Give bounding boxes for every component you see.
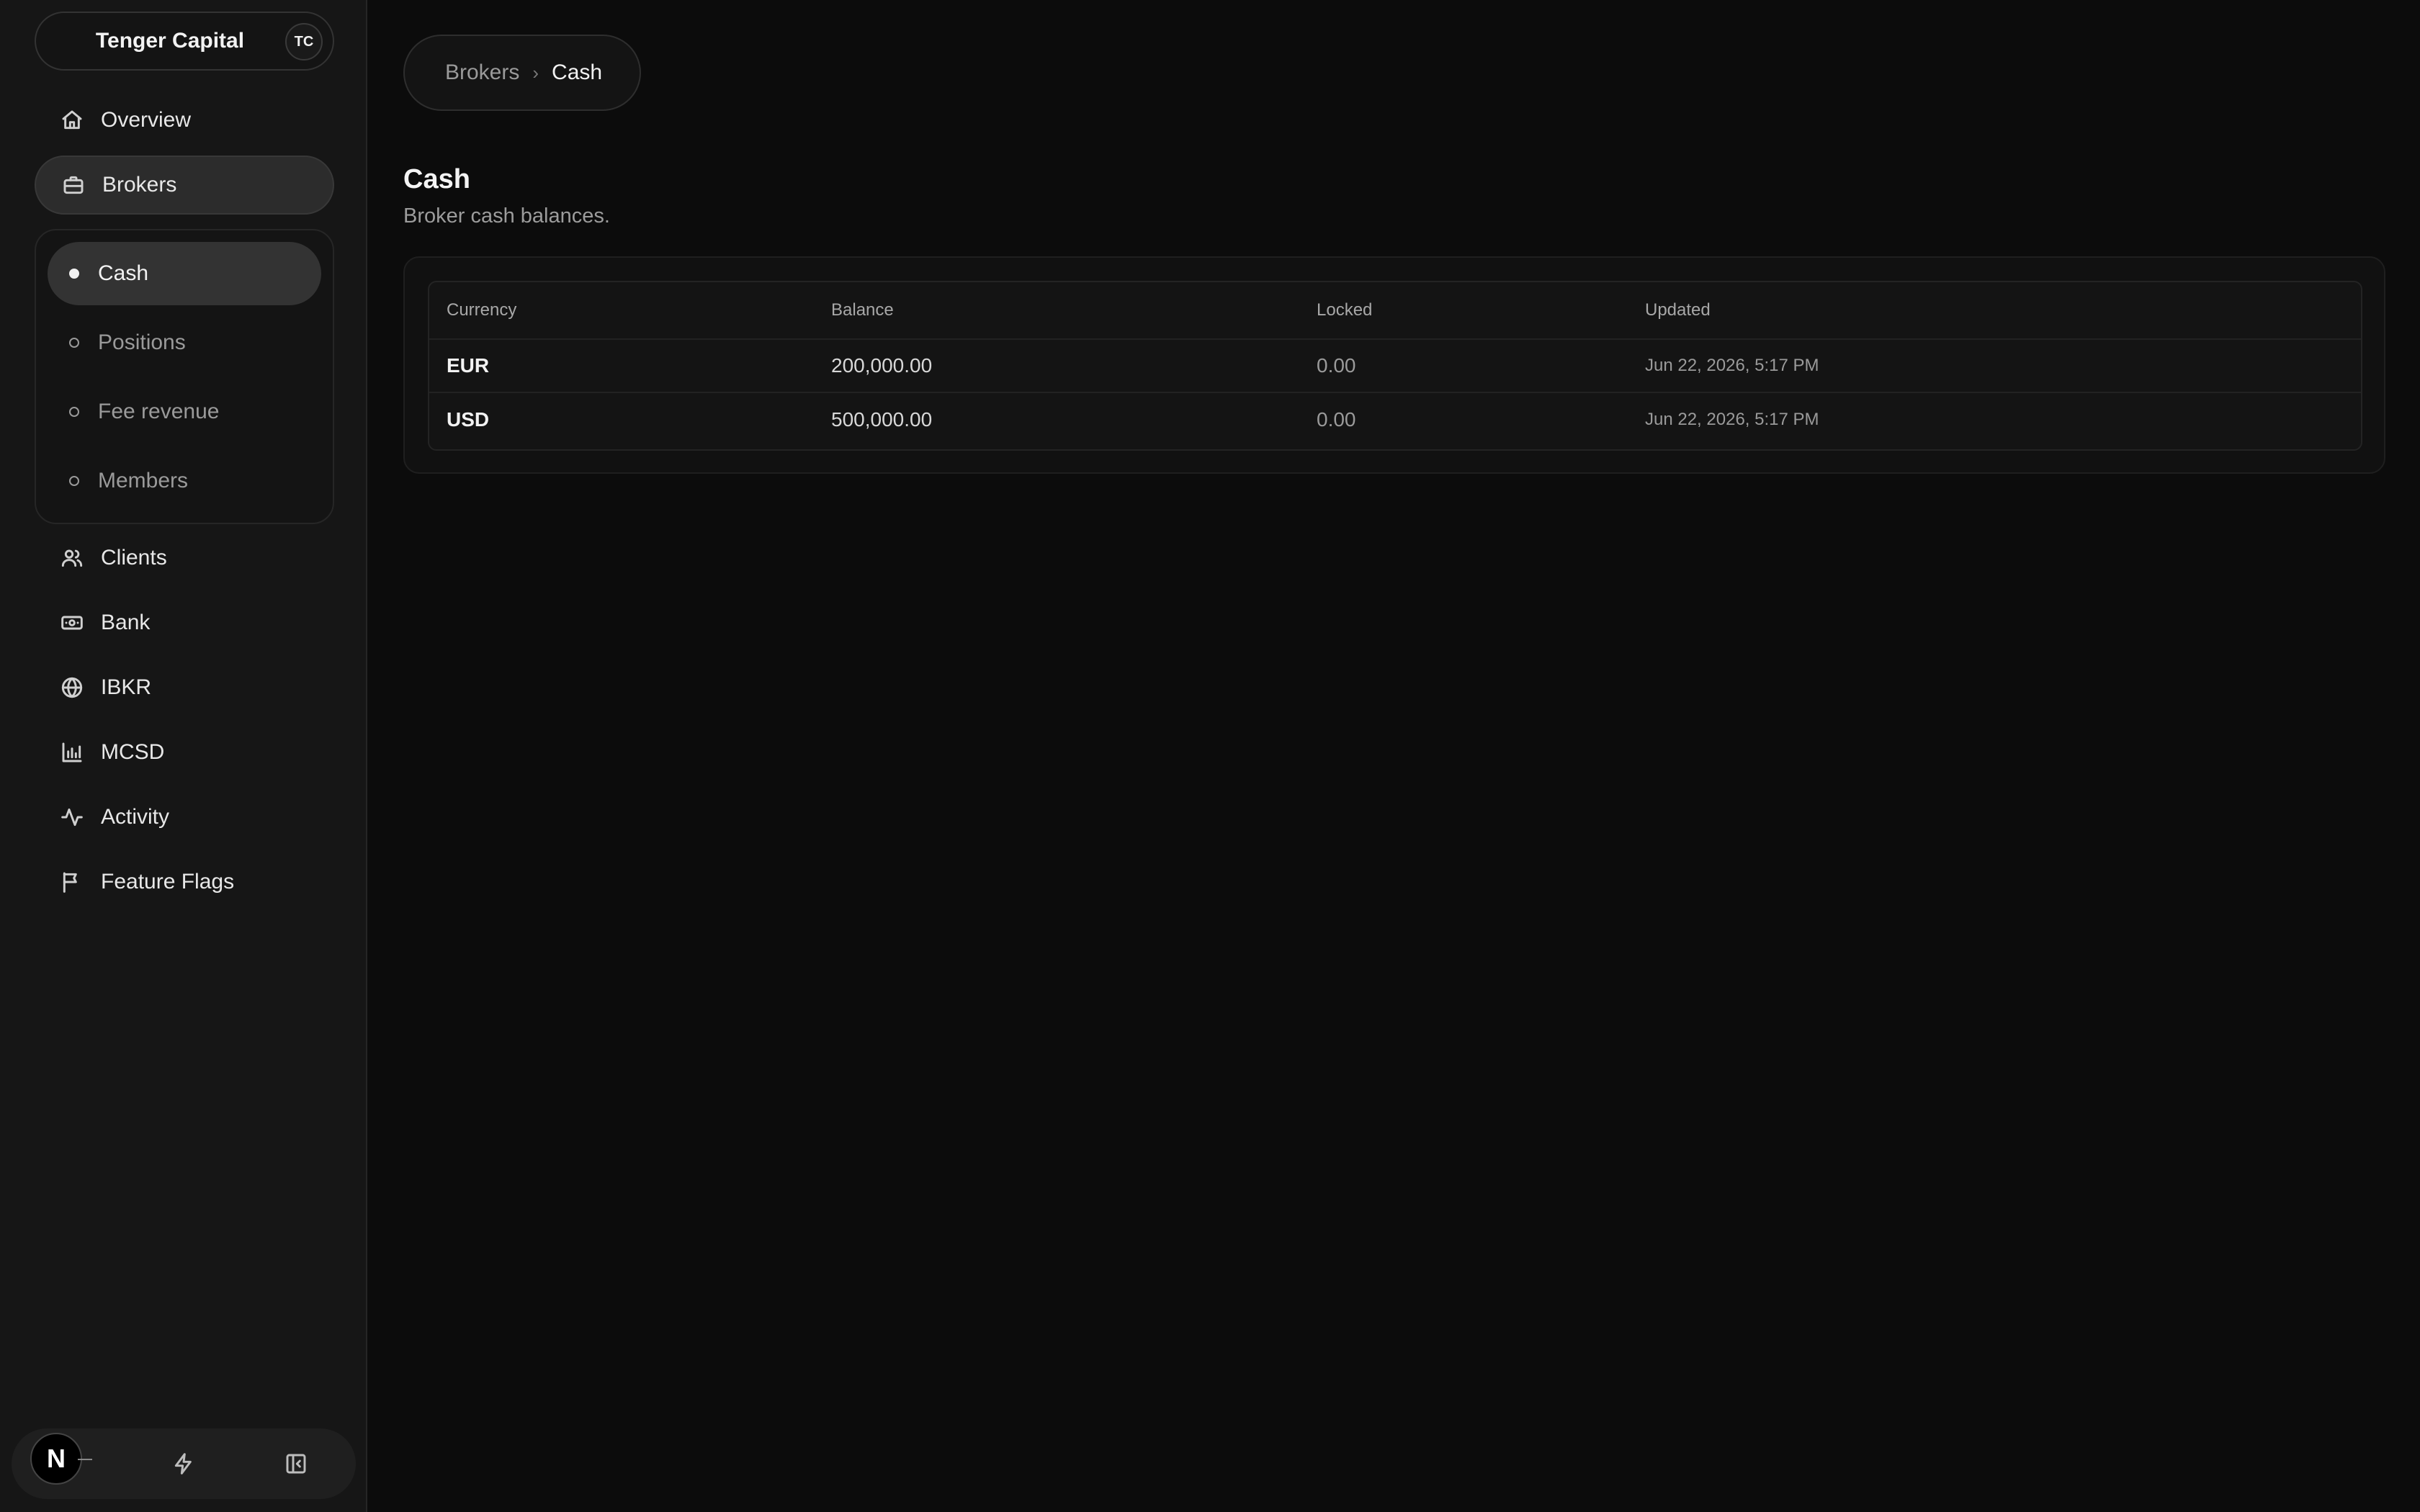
nav-item-label: IBKR — [101, 675, 152, 699]
sidebar-footer: N — [12, 1428, 356, 1499]
app-root: Tenger Capital TC Overview Brokers Cash … — [0, 0, 2420, 1512]
breadcrumb: Brokers › Cash — [403, 35, 641, 111]
cash-card: Currency Balance Locked Updated EUR 200,… — [403, 256, 2385, 474]
column-header-updated: Updated — [1645, 300, 1711, 320]
nav-item-label: Overview — [101, 108, 192, 132]
dot-icon — [69, 476, 79, 486]
table-header: Currency Balance Locked Updated — [429, 282, 2361, 340]
nav-item-label: Bank — [101, 611, 151, 634]
users-icon — [60, 546, 84, 570]
n-logo-icon[interactable]: N — [30, 1433, 82, 1485]
page-subtitle: Broker cash balances. — [403, 204, 610, 228]
panel-left-icon[interactable] — [278, 1446, 314, 1482]
dot-icon — [69, 407, 79, 417]
cell-updated: Jun 22, 2026, 5:17 PM — [1645, 410, 1819, 429]
activity-icon — [60, 806, 84, 829]
org-avatar: TC — [285, 23, 323, 60]
logo-tail — [78, 1459, 92, 1460]
cash-table: Currency Balance Locked Updated EUR 200,… — [428, 281, 2362, 451]
subnav-item-label: Positions — [98, 330, 186, 354]
brokers-subnav: Cash Positions Fee revenue Members — [35, 229, 334, 524]
cell-locked: 0.00 — [1317, 354, 1356, 377]
chevron-right-icon: › — [532, 61, 539, 84]
cell-updated: Jun 22, 2026, 5:17 PM — [1645, 356, 1819, 375]
cell-locked: 0.00 — [1317, 408, 1356, 431]
nav-item-mcsd[interactable]: MCSD — [35, 723, 334, 782]
nav-item-label: Feature Flags — [101, 870, 235, 894]
column-header-locked: Locked — [1317, 300, 1373, 320]
table-row[interactable]: USD 500,000.00 0.00 Jun 22, 2026, 5:17 P… — [429, 393, 2361, 446]
briefcase-icon — [62, 174, 85, 197]
nav-item-label: Clients — [101, 546, 167, 570]
nav-item-ibkr[interactable]: IBKR — [35, 658, 334, 717]
table-row[interactable]: EUR 200,000.00 0.00 Jun 22, 2026, 5:17 P… — [429, 340, 2361, 393]
bar-chart-icon — [60, 741, 84, 764]
nav-item-brokers[interactable]: Brokers — [35, 156, 334, 215]
nav-item-overview[interactable]: Overview — [35, 91, 334, 150]
cell-balance: 500,000.00 — [831, 408, 933, 431]
subnav-item-label: Members — [98, 469, 189, 492]
breadcrumb-current: Cash — [552, 60, 603, 84]
nav-item-label: MCSD — [101, 740, 165, 764]
home-icon — [60, 109, 84, 132]
zap-icon[interactable] — [166, 1446, 202, 1482]
page-title: Cash — [403, 164, 470, 194]
org-name: Tenger Capital — [95, 29, 245, 53]
active-dot-icon — [69, 269, 79, 279]
org-switcher[interactable]: Tenger Capital TC — [35, 12, 334, 71]
globe-icon — [60, 676, 84, 699]
nav-item-feature-flags[interactable]: Feature Flags — [35, 852, 334, 912]
column-header-balance: Balance — [831, 300, 894, 320]
cell-currency: EUR — [447, 354, 490, 377]
subnav-item-fee-revenue[interactable]: Fee revenue — [48, 380, 321, 444]
sidebar: Tenger Capital TC Overview Brokers Cash … — [0, 0, 367, 1512]
cell-balance: 200,000.00 — [831, 354, 933, 377]
dot-icon — [69, 338, 79, 348]
banknote-icon — [60, 611, 84, 634]
subnav-item-label: Fee revenue — [98, 400, 220, 423]
subnav-item-cash[interactable]: Cash — [48, 242, 321, 305]
nav-item-activity[interactable]: Activity — [35, 788, 334, 847]
subnav-item-label: Cash — [98, 261, 149, 285]
nav-item-clients[interactable]: Clients — [35, 528, 334, 588]
subnav-item-positions[interactable]: Positions — [48, 311, 321, 374]
breadcrumb-parent-link[interactable]: Brokers — [445, 60, 519, 85]
nav-item-label: Activity — [101, 805, 170, 829]
flag-icon — [60, 870, 84, 894]
subnav-item-members[interactable]: Members — [48, 449, 321, 513]
cell-currency: USD — [447, 408, 490, 431]
nav-item-label: Brokers — [102, 173, 177, 197]
column-header-currency: Currency — [447, 300, 517, 320]
nav-item-bank[interactable]: Bank — [35, 593, 334, 652]
